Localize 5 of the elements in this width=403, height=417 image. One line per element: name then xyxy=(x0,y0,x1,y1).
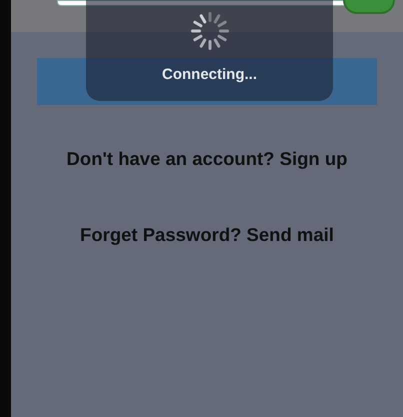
link-text[interactable]: Forget Password? Send mail xyxy=(80,220,334,248)
spinner-icon xyxy=(188,10,230,52)
login-button[interactable] xyxy=(37,58,377,105)
hud-message: Connecting... xyxy=(162,65,257,85)
link-text[interactable]: Don't have an account? Sign up xyxy=(66,145,348,173)
